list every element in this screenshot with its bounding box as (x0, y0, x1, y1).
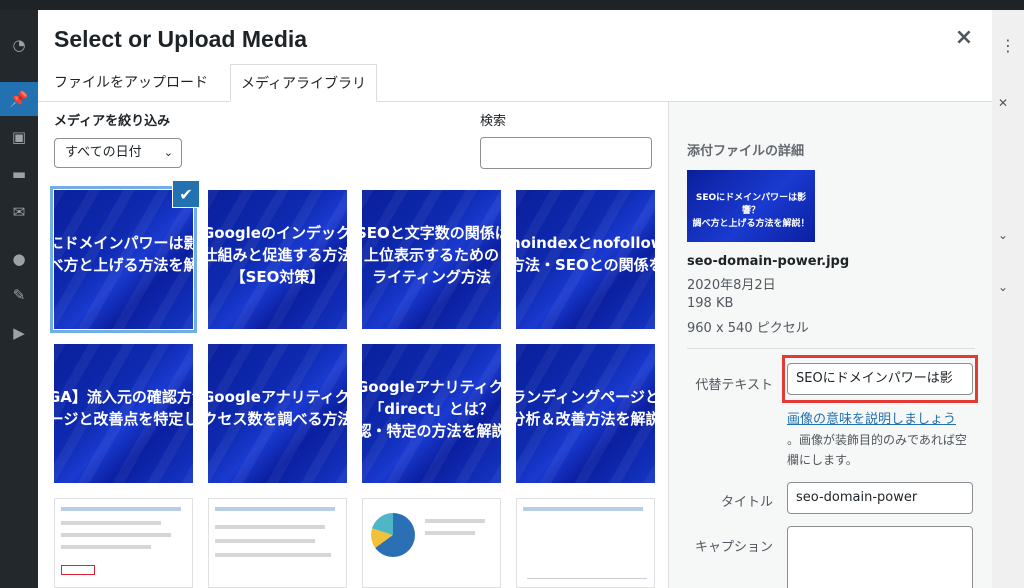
media-item[interactable] (54, 498, 193, 588)
chevron-down-icon: ⌄ (163, 146, 173, 159)
thumb-caption: 認・特定の方法を解説 (362, 422, 501, 440)
comment-icon[interactable]: ▬ (10, 165, 28, 183)
media-item[interactable]: SEOと文字数の関係は 上位表示するための ライティング方法 (362, 190, 501, 329)
thumb-caption: SEOと文字数の関係は (362, 224, 501, 242)
thumb-caption: GA】流入元の確認方法 (54, 388, 193, 406)
attachment-thumbnail: SEOにドメインパワーは影響？ 調べ方と上げる方法を解説！ (687, 170, 815, 242)
caption-label: キャプション (694, 540, 773, 555)
admin-sidebar: ◔ 📌 ▣ ▬ ✉ ● ✎ ▶ (0, 10, 38, 588)
tab-upload-files[interactable]: ファイルをアップロード (44, 64, 218, 102)
tab-media-library[interactable]: メディアライブラリ (230, 64, 378, 102)
alt-text-help-link[interactable]: 画像の意味を説明しましょう (787, 408, 956, 427)
thumb-caption: Googleアナリティクス (362, 378, 501, 396)
date-filter-select[interactable]: すべての日付 ⌄ (54, 138, 182, 168)
thumb-caption: ランディングページと (516, 388, 655, 406)
pin-icon[interactable]: 📌 (0, 82, 38, 116)
chevron-down-icon: ⌄ (998, 228, 1009, 242)
dashboard-icon[interactable]: ◔ (10, 36, 28, 54)
modal-title: Select or Upload Media (54, 26, 308, 52)
checkmark-icon[interactable]: ✔ (172, 180, 200, 208)
thumb-caption: 分析＆改善方法を解説 (516, 410, 655, 428)
thumb-caption: Googleのインデックス (208, 224, 347, 242)
attachment-dimensions: 960 x 540 ピクセル (687, 321, 809, 336)
title-label: タイトル (720, 495, 773, 510)
media-icon[interactable]: ▣ (10, 128, 28, 146)
thumb-caption: クセス数を調べる方法 (208, 410, 347, 428)
media-item[interactable] (208, 498, 347, 588)
close-icon[interactable]: × (952, 26, 976, 50)
attachment-filename: seo-domain-power.jpg (687, 254, 850, 269)
attachment-details-panel: 添付ファイルの詳細 SEOにドメインパワーは影響？ 調べ方と上げる方法を解説！ s… (668, 102, 992, 588)
thumb-caption: 「direct」とは？ (369, 400, 494, 418)
attachment-filesize: 198 KB (687, 296, 734, 311)
chevron-down-icon: ⌄ (998, 280, 1009, 294)
close-icon-bg: ✕ (998, 96, 1009, 110)
thumb-caption: 方法・SEOとの関係を (516, 256, 655, 274)
annotation-highlight (782, 355, 978, 403)
alt-text-help: 。画像が装飾目的のみであれば空欄にします。 (787, 433, 967, 467)
media-item[interactable]: noindexとnofollow 方法・SEOとの関係を (516, 190, 655, 329)
caption-textarea[interactable] (787, 526, 973, 588)
mail-icon[interactable]: ✉ (10, 203, 28, 221)
thumb-caption: SEOにドメインパワーは影響？ (695, 193, 807, 216)
media-item[interactable]: Googleのインデックス仕組みと促進する方法【SEO対策】 (208, 190, 347, 329)
media-item[interactable]: Googleアナリティクスクセス数を調べる方法 (208, 344, 347, 483)
play-icon[interactable]: ▶ (10, 324, 28, 342)
thumb-caption: 【SEO対策】 (230, 268, 325, 286)
thumb-caption: べ方と上げる方法を解 (54, 256, 193, 274)
line-chart-image (527, 539, 647, 579)
search-label: 検索 (480, 114, 507, 129)
media-item[interactable] (362, 498, 501, 588)
wrench-icon[interactable]: ✎ (10, 286, 28, 304)
pie-chart-image (371, 513, 415, 557)
thumb-caption: 仕組みと促進する方法 (208, 246, 347, 264)
media-item[interactable]: GA】流入元の確認方法ージと改善点を特定し (54, 344, 193, 483)
media-item[interactable] (516, 498, 655, 588)
thumb-caption: ライティング方法 (372, 268, 491, 286)
more-icon: ⋮ (1000, 36, 1016, 55)
media-item[interactable]: にドメインパワーは影 べ方と上げる方法を解 (50, 186, 197, 333)
divider (687, 348, 975, 349)
thumb-caption: 上位表示するための (363, 246, 499, 264)
thumb-caption: ージと改善点を特定し (54, 410, 193, 428)
media-item[interactable]: Googleアナリティクス「direct」とは？ 認・特定の方法を解説 (362, 344, 501, 483)
admin-topbar (0, 0, 1024, 10)
highlight-box (61, 565, 95, 575)
attachment-date: 2020年8月2日 (687, 278, 776, 293)
alt-text-label: 代替テキスト (695, 378, 773, 393)
filter-label: メディアを絞り込み (54, 114, 171, 129)
background-page: ⋮ ✕ ⌄ ⌄ (992, 10, 1024, 588)
thumb-caption: noindexとnofollow (516, 234, 655, 252)
thumb-caption: にドメインパワーは影 (54, 234, 193, 252)
attachment-details-heading: 添付ファイルの詳細 (687, 144, 805, 159)
media-item[interactable]: ランディングページと 分析＆改善方法を解説 (516, 344, 655, 483)
media-modal: Select or Upload Media × ファイルをアップロード メディ… (38, 10, 992, 588)
title-input[interactable]: seo-domain-power (787, 482, 973, 514)
thumb-caption: 調べ方と上げる方法を解説！ (692, 219, 810, 229)
thumb-caption: Googleアナリティクス (208, 388, 347, 406)
search-input[interactable] (480, 137, 652, 169)
date-filter-value: すべての日付 (65, 145, 142, 160)
user-icon[interactable]: ● (10, 250, 28, 268)
